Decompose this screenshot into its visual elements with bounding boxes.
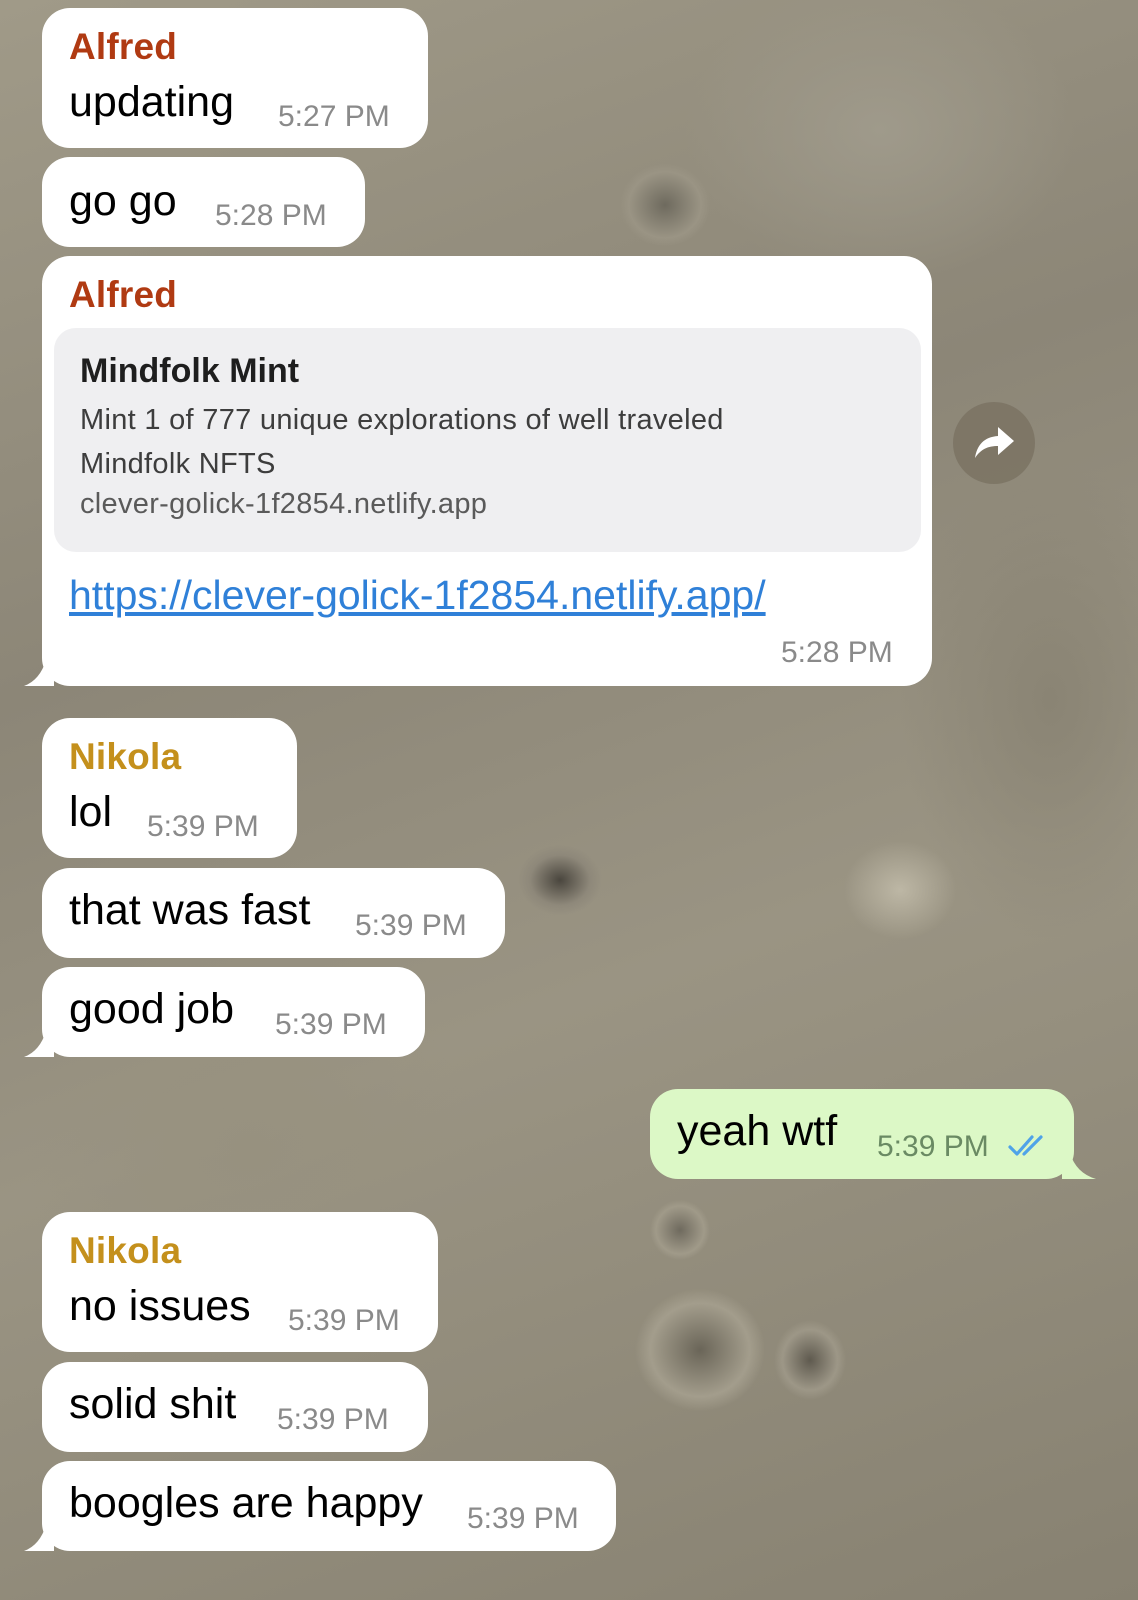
message-text: no issues xyxy=(69,1282,251,1330)
message-text: that was fast xyxy=(69,886,311,934)
share-button[interactable] xyxy=(953,402,1035,484)
message-text: go go xyxy=(69,177,177,225)
message-time: 5:39 PM xyxy=(288,1304,400,1337)
link-preview-card[interactable]: Mindfolk Mint Mint 1 of 777 unique explo… xyxy=(54,328,921,552)
message-bubble-link[interactable]: Alfred Mindfolk Mint Mint 1 of 777 uniqu… xyxy=(24,256,932,686)
message-bubble[interactable]: boogles are happy 5:39 PM xyxy=(24,1461,616,1551)
message-time: 5:39 PM xyxy=(355,909,467,942)
message-text: boogles are happy xyxy=(69,1479,423,1527)
message-text: yeah wtf xyxy=(677,1107,838,1155)
message-time: 5:28 PM xyxy=(215,199,327,232)
message-bubble[interactable]: that was fast 5:39 PM xyxy=(42,868,505,958)
message-bubble[interactable]: solid shit 5:39 PM xyxy=(42,1362,428,1452)
message-link[interactable]: https://clever-golick-1f2854.netlify.app… xyxy=(69,572,766,619)
link-preview-description: Mint 1 of 777 unique explorations of wel… xyxy=(80,404,724,480)
message-text: solid shit xyxy=(69,1380,237,1428)
sender-name[interactable]: Nikola xyxy=(69,1230,181,1272)
message-bubble[interactable]: good job 5:39 PM xyxy=(24,967,425,1057)
bubble-tail xyxy=(24,1525,54,1551)
message-text: lol xyxy=(69,788,113,836)
bubble-tail xyxy=(1062,1153,1096,1179)
message-bubble[interactable]: Nikola lol 5:39 PM xyxy=(42,718,297,858)
sender-name[interactable]: Nikola xyxy=(69,736,181,778)
message-time: 5:27 PM xyxy=(278,100,390,133)
message-time: 5:39 PM xyxy=(277,1403,389,1436)
message-bubble[interactable]: Alfred updating 5:27 PM xyxy=(42,8,428,148)
sender-name[interactable]: Alfred xyxy=(69,274,177,316)
sender-name[interactable]: Alfred xyxy=(69,26,177,68)
message-time: 5:39 PM xyxy=(147,810,259,843)
message-bubble[interactable]: Nikola no issues 5:39 PM xyxy=(42,1212,438,1352)
message-bubble[interactable]: go go 5:28 PM xyxy=(42,157,365,247)
link-preview-title: Mindfolk Mint xyxy=(80,352,300,390)
message-text: updating xyxy=(69,78,234,126)
bubble-tail xyxy=(24,660,54,686)
message-time: 5:39 PM xyxy=(877,1130,989,1163)
message-time: 5:39 PM xyxy=(467,1502,579,1535)
bubble-tail xyxy=(24,1031,54,1057)
message-time: 5:28 PM xyxy=(781,636,893,669)
message-time: 5:39 PM xyxy=(275,1008,387,1041)
share-forward-icon xyxy=(975,427,1014,458)
message-bubble-outgoing[interactable]: yeah wtf 5:39 PM xyxy=(650,1089,1096,1179)
link-preview-domain: clever-golick-1f2854.netlify.app xyxy=(80,488,488,520)
message-text: good job xyxy=(69,985,234,1033)
double-check-icon xyxy=(1008,1135,1043,1156)
